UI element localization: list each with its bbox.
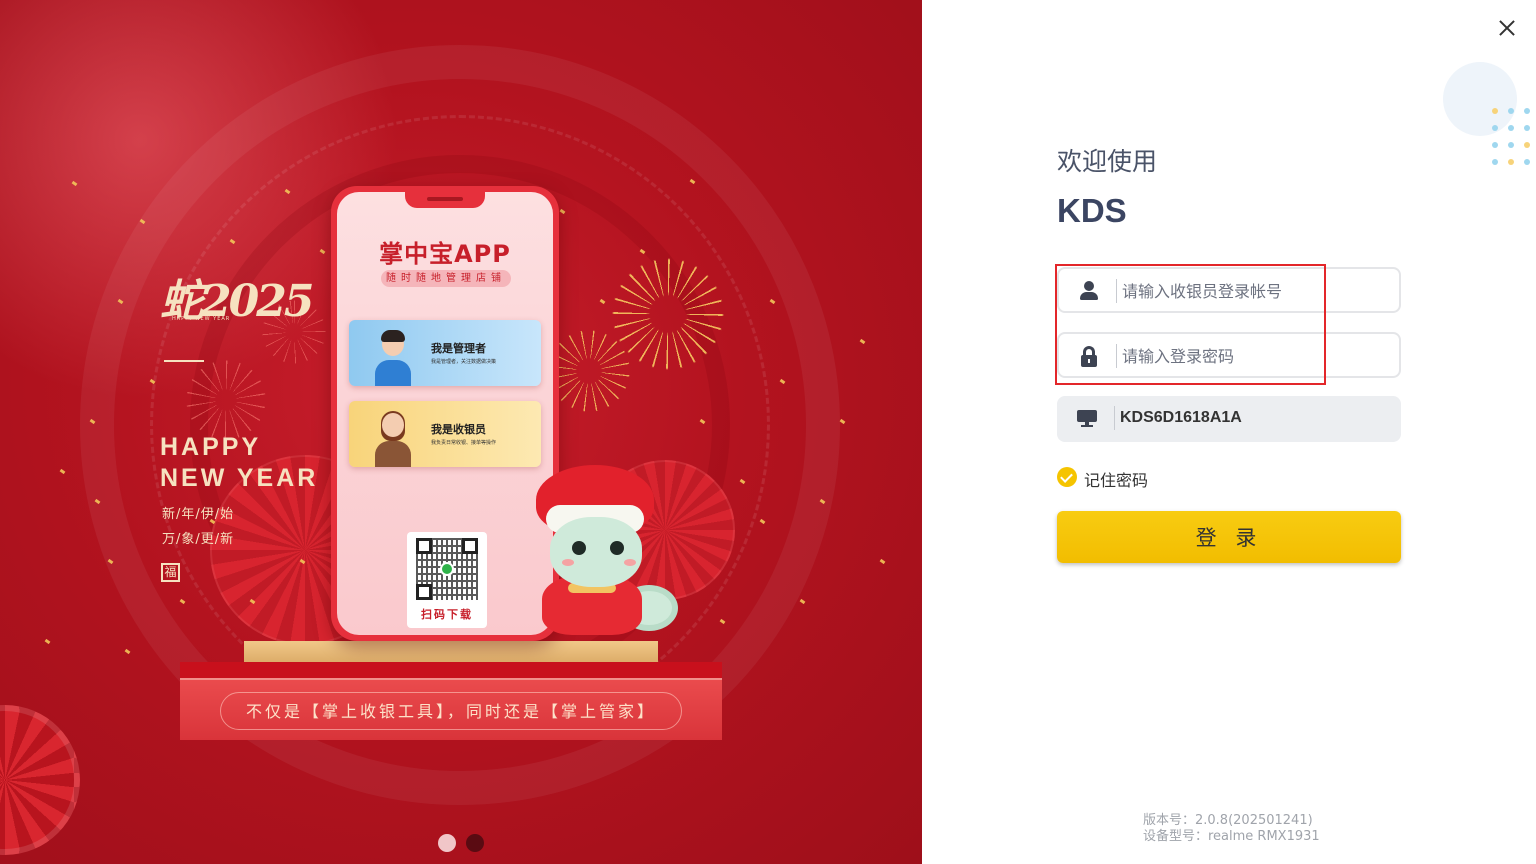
calligraphy-caption: HAPPY NEW YEAR [172, 316, 231, 322]
new-year-line: NEW YEAR [160, 464, 319, 492]
confetti-piece [124, 648, 131, 655]
confetti-piece [859, 338, 866, 345]
cashier-role-card: 我是收银员 我负责日常收银、接单等操作 [349, 401, 541, 467]
version-info: 版本号：2.0.8(202501241) 设备型号：realme RMX1931 [1143, 813, 1320, 845]
seal-stamp: 福 [161, 563, 180, 582]
app-title: 掌中宝APP [379, 240, 511, 268]
manager-avatar [375, 328, 411, 386]
welcome-text: 欢迎使用 [1057, 147, 1158, 176]
carousel-dot-2[interactable] [466, 834, 484, 852]
login-screen: 蛇2025 HAPPY NEW YEAR HAPPY NEW YEAR 新/年/… [0, 0, 1536, 864]
qr-download-label: 扫码下载 [421, 608, 473, 621]
password-field[interactable] [1057, 332, 1401, 378]
decorative-dot [1508, 159, 1514, 165]
happy-new-year-heading: HAPPY NEW YEAR [160, 432, 318, 494]
decorative-dot [1524, 108, 1530, 114]
happy-line: HAPPY [160, 433, 262, 461]
slogan-text: 不仅是【掌上收银工具】，同时还是【掌上管家】 [245, 702, 656, 721]
password-input[interactable] [1122, 340, 1392, 372]
device-model: 设备型号：realme RMX1931 [1143, 829, 1320, 844]
decorative-dot [1508, 125, 1514, 131]
field-separator [1114, 406, 1115, 430]
decorative-dot [1508, 142, 1514, 148]
confetti-piece [59, 468, 66, 475]
field-separator [1116, 344, 1117, 368]
decorative-dot [1492, 159, 1498, 165]
firework-icon [186, 360, 266, 440]
device-id-value: KDS6D1618A1A [1120, 409, 1242, 426]
cashier-role-title: 我是收银员 [431, 423, 486, 436]
blessing-line-2: 万/象/更/新 [162, 532, 235, 547]
phone-notch [405, 192, 485, 208]
phone-screen: 掌中宝APP 随时随地管理店铺 我是管理者 我是管理者，关注数据做决策 我是收银… [337, 192, 553, 635]
mascot-cheek [562, 559, 574, 566]
app-subtitle: 随时随地管理店铺 [381, 270, 511, 287]
manager-role-title: 我是管理者 [431, 342, 486, 355]
confetti-piece [879, 558, 886, 565]
mascot-eye [610, 541, 624, 555]
confetti-piece [44, 638, 51, 645]
banner-divider [164, 360, 204, 362]
snake-mascot [528, 465, 678, 645]
qr-finder [462, 538, 478, 554]
decorative-dot [1492, 125, 1498, 131]
qr-finder [416, 538, 432, 554]
check-circle-icon[interactable] [1057, 467, 1077, 487]
version-number: 版本号：2.0.8(202501241) [1143, 813, 1313, 828]
decorative-dot [1524, 159, 1530, 165]
manager-role-desc: 我是管理者，关注数据做决策 [431, 359, 497, 365]
stage-base [180, 662, 722, 678]
decorative-circle [1443, 62, 1517, 136]
account-field[interactable] [1057, 267, 1401, 313]
app-name-title: KDS [1057, 192, 1127, 229]
login-button[interactable]: 登 录 [1057, 511, 1401, 563]
slogan-plaque: 不仅是【掌上收银工具】，同时还是【掌上管家】 [180, 678, 722, 740]
cashier-role-desc: 我负责日常收银、接单等操作 [431, 440, 497, 446]
manager-role-card: 我是管理者 我是管理者，关注数据做决策 [349, 320, 541, 386]
firework-icon [548, 330, 630, 412]
decorative-flower [0, 705, 80, 855]
phone-mockup: 掌中宝APP 随时随地管理店铺 我是管理者 我是管理者，关注数据做决策 我是收银… [331, 186, 559, 641]
monitor-icon [1077, 408, 1097, 428]
remember-password-label[interactable]: 记住密码 [1084, 467, 1148, 491]
mascot-cheek [624, 559, 636, 566]
carousel-dot-1[interactable] [438, 834, 456, 852]
mascot-eye [572, 541, 586, 555]
lock-icon [1079, 346, 1099, 367]
qr-code-card: 扫码下载 [407, 532, 487, 628]
user-icon [1079, 281, 1099, 301]
device-id-field: KDS6D1618A1A [1057, 396, 1401, 442]
qr-logo-icon [440, 562, 454, 576]
field-separator [1116, 279, 1117, 303]
confetti-piece [799, 598, 806, 605]
mascot-face [550, 517, 642, 587]
decorative-dot [1524, 142, 1530, 148]
firework-icon [612, 258, 724, 370]
promo-banner: 蛇2025 HAPPY NEW YEAR HAPPY NEW YEAR 新/年/… [0, 0, 922, 864]
decorative-dot [1508, 108, 1514, 114]
qr-finder [416, 584, 432, 600]
cashier-avatar [375, 409, 411, 467]
blessing-line-1: 新/年/伊/始 [162, 507, 235, 522]
confetti-piece [839, 418, 846, 425]
account-input[interactable] [1122, 275, 1392, 307]
close-icon[interactable] [1496, 17, 1518, 39]
decorative-dot [1524, 125, 1530, 131]
decorative-dot [1492, 142, 1498, 148]
decorative-dot [1492, 108, 1498, 114]
